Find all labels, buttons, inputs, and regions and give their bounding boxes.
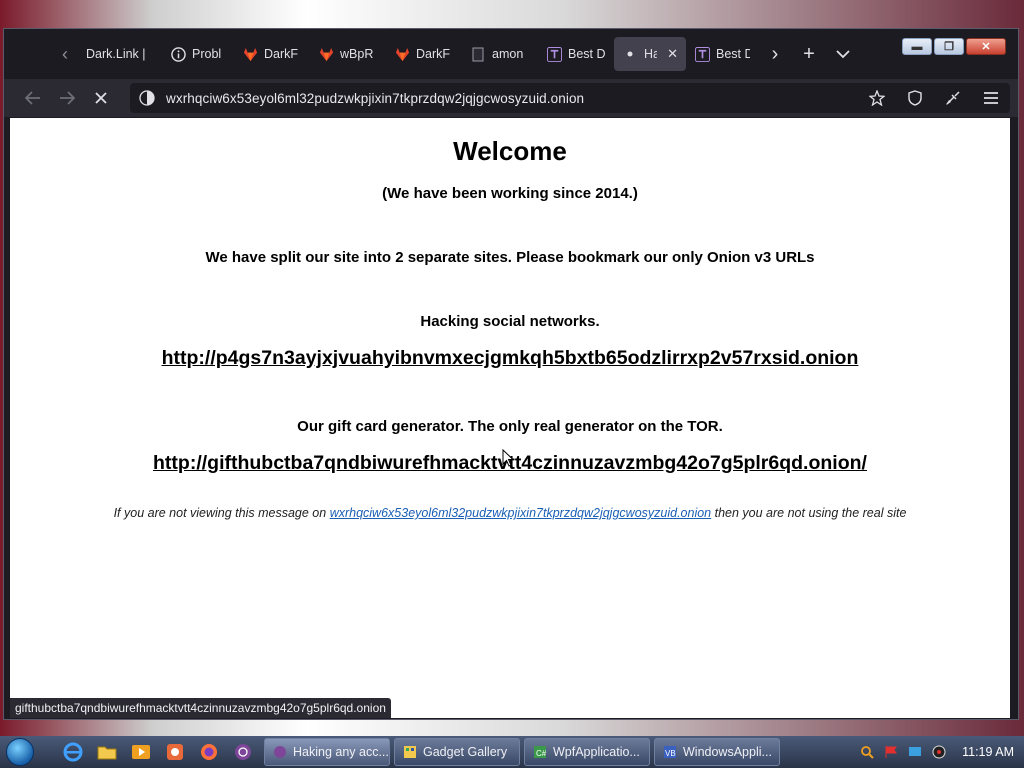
arrow-right-icon [60, 91, 75, 105]
split-notice: We have split our site into 2 separate s… [205, 249, 815, 266]
gitlab-fox-icon [242, 46, 258, 62]
onion-icon[interactable] [138, 89, 156, 107]
media-player-icon[interactable] [124, 736, 158, 768]
page-content: Welcome (We have been working since 2014… [10, 118, 1010, 718]
footer-prefix: If you are not viewing this message on [113, 506, 327, 520]
tab-darkf-1[interactable]: DarkF [234, 37, 310, 71]
close-window-button[interactable]: ✕ [966, 38, 1006, 55]
close-icon [95, 92, 107, 104]
new-tab-button[interactable]: + [792, 39, 826, 69]
address-bar[interactable]: wxrhqciw6x53eyol6ml32pudzwkpjixin7tkprzd… [130, 83, 1010, 113]
url-actions [858, 83, 1010, 113]
shield-button[interactable] [896, 83, 934, 113]
taskbar: Haking any acc... Gadget Gallery C# WpfA… [0, 736, 1024, 768]
t-icon [694, 46, 710, 62]
window-controls: ▬ ❐ ✕ [902, 38, 1006, 55]
internet-explorer-icon[interactable] [56, 736, 90, 768]
maximize-button[interactable]: ❐ [934, 38, 964, 55]
vb-icon: VB [662, 744, 678, 760]
tab-label: Dark.Link | [86, 47, 146, 61]
app-menu-button[interactable] [972, 83, 1010, 113]
stop-loading-button[interactable] [84, 83, 118, 113]
start-button[interactable] [0, 736, 40, 768]
footer-note: If you are not viewing this message on w… [10, 506, 1010, 520]
browser-window: ‹ Dark.Link | Probl DarkF wBpR DarkF amo… [3, 28, 1019, 720]
tab-label: wBpR [340, 47, 374, 61]
tab-label: DarkF [264, 47, 299, 61]
tab-label: Hac [644, 47, 658, 61]
section-heading-giftcard: Our gift card generator. The only real g… [297, 418, 723, 435]
task-label: WpfApplicatio... [553, 745, 640, 759]
tab-wbpr[interactable]: wBpR [310, 37, 386, 71]
hamburger-menu-icon [984, 92, 998, 104]
gitlab-fox-icon [394, 46, 410, 62]
taskbar-task-wpf[interactable]: C# WpfApplicatio... [524, 738, 650, 766]
tab-best-d-2[interactable]: Best D [686, 37, 758, 71]
bookmark-star-button[interactable] [858, 83, 896, 113]
gitlab-fox-icon [318, 46, 334, 62]
search-icon[interactable] [858, 743, 876, 761]
minimize-button[interactable]: ▬ [902, 38, 932, 55]
footer-suffix: then you are not using the real site [714, 506, 907, 520]
t-icon [546, 46, 562, 62]
page-icon [470, 46, 486, 62]
arrow-left-icon [25, 91, 40, 105]
gadget-icon [402, 744, 418, 760]
tab-amon[interactable]: amon [462, 37, 538, 71]
system-tray: 11:19 AM [858, 743, 1024, 761]
section-heading-social: Hacking social networks. [420, 313, 600, 330]
flag-icon[interactable] [882, 743, 900, 761]
status-url-overlay: gifthubctba7qndbiwurefhmacktvtt4czinnuza… [10, 698, 391, 718]
tab-problem[interactable]: Probl [162, 37, 234, 71]
taskbar-task-tor[interactable]: Haking any acc... [264, 738, 390, 766]
tab-label: Best D [568, 47, 606, 61]
tab-strip: ‹ Dark.Link | Probl DarkF wBpR DarkF amo… [4, 29, 1018, 79]
url-text[interactable]: wxrhqciw6x53eyol6ml32pudzwkpjixin7tkprzd… [166, 91, 584, 106]
taskbar-task-windowsapp[interactable]: VB WindowsAppli... [654, 738, 780, 766]
close-tab-icon[interactable]: ✕ [667, 46, 678, 62]
windows-logo-icon [6, 738, 34, 766]
footer-onion-link[interactable]: wxrhqciw6x53eyol6ml32pudzwkpjixin7tkprzd… [330, 506, 711, 520]
navigation-toolbar: wxrhqciw6x53eyol6ml32pudzwkpjixin7tkprzd… [4, 79, 1018, 117]
tab-label: amon [492, 47, 524, 61]
new-identity-button[interactable] [934, 83, 972, 113]
tab-darklink[interactable]: Dark.Link | [78, 37, 162, 71]
tab-scroll-left-button[interactable]: ‹ [52, 39, 78, 69]
task-label: Haking any acc... [293, 745, 389, 759]
tor-browser-icon[interactable] [226, 736, 260, 768]
app-icon-orange[interactable] [158, 736, 192, 768]
star-icon [869, 90, 885, 106]
tab-label: DarkF [416, 47, 451, 61]
taskbar-clock[interactable]: 11:19 AM [962, 745, 1014, 759]
volume-icon[interactable] [930, 743, 948, 761]
since-text: (We have been working since 2014.) [382, 185, 638, 202]
tor-icon [272, 744, 288, 760]
task-label: Gadget Gallery [423, 745, 508, 759]
page-title: Welcome [453, 136, 567, 166]
tab-best-d-1[interactable]: Best D [538, 37, 614, 71]
info-icon [170, 46, 186, 62]
task-label: WindowsAppli... [683, 745, 772, 759]
tab-scroll-right-button[interactable]: › [758, 39, 792, 69]
chevron-down-icon [836, 50, 850, 59]
tab-darkf-2[interactable]: DarkF [386, 37, 462, 71]
mouse-cursor-icon [502, 449, 514, 467]
tab-hac-active[interactable]: Hac ✕ [614, 37, 686, 71]
tab-label: Probl [192, 47, 222, 61]
firefox-icon[interactable] [192, 736, 226, 768]
file-explorer-icon[interactable] [90, 736, 124, 768]
back-button[interactable] [16, 83, 50, 113]
svg-text:VB: VB [665, 749, 676, 758]
broom-icon [946, 91, 960, 105]
loading-dot-icon [622, 46, 638, 62]
social-networks-link[interactable]: http://p4gs7n3ayjxjvuahyibnvmxecjgmkqh5b… [10, 347, 1010, 370]
list-all-tabs-button[interactable] [826, 39, 860, 69]
network-icon[interactable] [906, 743, 924, 761]
tab-label: Best D [716, 47, 750, 61]
cs-icon: C# [532, 744, 548, 760]
shield-icon [908, 90, 922, 106]
taskbar-task-gadget-gallery[interactable]: Gadget Gallery [394, 738, 520, 766]
svg-text:C#: C# [536, 749, 547, 758]
forward-button[interactable] [50, 83, 84, 113]
